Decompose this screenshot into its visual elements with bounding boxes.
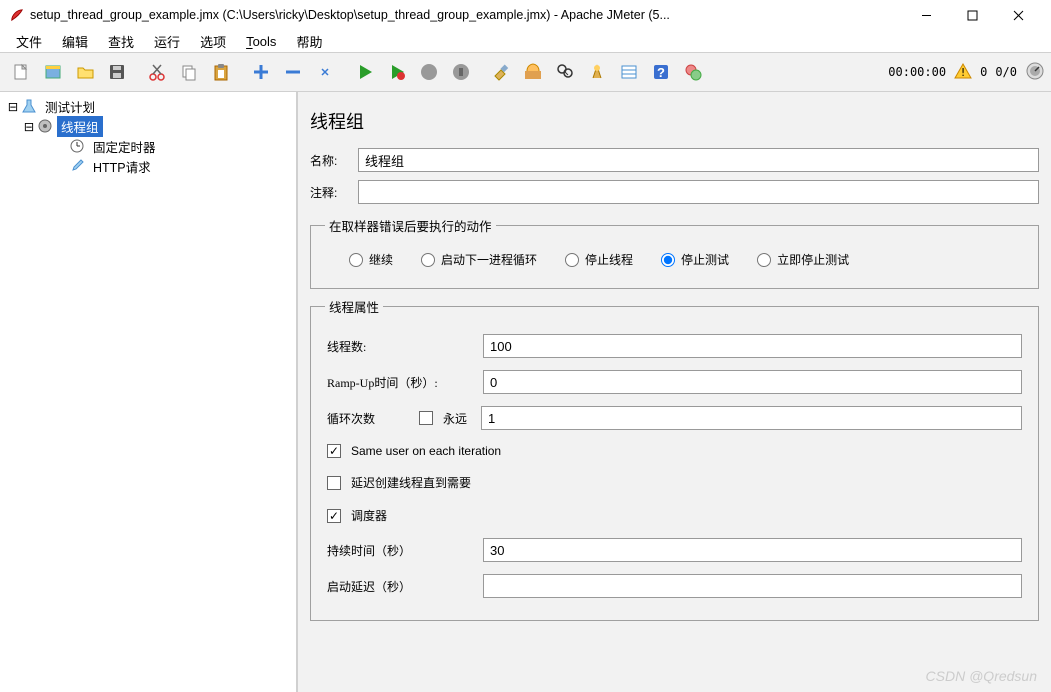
function-helper-icon[interactable] [614, 57, 644, 87]
menu-tools[interactable]: Tools [238, 33, 284, 50]
collapse-icon[interactable]: ⊟ [22, 119, 36, 134]
window-title: setup_thread_group_example.jmx (C:\Users… [30, 8, 903, 22]
toolbar: ? 00:00:00 ! 0 0/0 [0, 52, 1051, 92]
clock-icon [68, 137, 86, 155]
name-label: 名称: [310, 152, 358, 169]
warning-icon[interactable]: ! [954, 62, 972, 83]
stop-icon[interactable] [414, 57, 444, 87]
open-icon[interactable] [70, 57, 100, 87]
paste-icon[interactable] [206, 57, 236, 87]
thread-props-legend: 线程属性 [325, 297, 383, 316]
menu-options[interactable]: 选项 [192, 31, 234, 52]
on-error-group: 在取样器错误后要执行的动作 继续 启动下一进程循环 停止线程 停止测试 立即停止… [310, 216, 1039, 289]
menu-bar: 文件 编辑 查找 运行 选项 Tools 帮助 [0, 30, 1051, 52]
reset-search-icon[interactable] [582, 57, 612, 87]
start-no-timers-icon[interactable] [382, 57, 412, 87]
scheduler-label: 调度器 [351, 507, 387, 524]
on-error-legend: 在取样器错误后要执行的动作 [325, 216, 496, 235]
ramp-input[interactable] [483, 370, 1022, 394]
menu-find[interactable]: 查找 [100, 31, 142, 52]
tree-pane: ⊟ 测试计划 ⊟ 线程组 固定定时器 HTTP请求 [0, 92, 298, 692]
beaker-icon [20, 97, 38, 115]
ramp-label: Ramp-Up时间（秒）: [327, 374, 477, 391]
save-icon[interactable] [102, 57, 132, 87]
loop-label: 循环次数 [327, 410, 413, 427]
start-icon[interactable] [350, 57, 380, 87]
collapse-icon[interactable]: ⊟ [6, 99, 20, 114]
maximize-button[interactable] [949, 0, 995, 30]
gear-spool-icon [36, 117, 54, 135]
expand-icon[interactable] [310, 57, 340, 87]
radio-stop-thread[interactable]: 停止线程 [565, 251, 633, 268]
tree-timer[interactable]: 固定定时器 [6, 136, 296, 156]
svg-text:?: ? [657, 65, 665, 80]
help-icon[interactable]: ? [646, 57, 676, 87]
copy-icon[interactable] [174, 57, 204, 87]
warning-count: 0 [980, 65, 987, 79]
editor-pane: 线程组 名称: 注释: 在取样器错误后要执行的动作 继续 启动下一进程循环 停止… [298, 92, 1051, 692]
svg-text:!: ! [960, 66, 967, 79]
tree-http-request[interactable]: HTTP请求 [6, 156, 296, 176]
menu-help[interactable]: 帮助 [288, 31, 330, 52]
new-file-icon[interactable] [6, 57, 36, 87]
plus-icon[interactable] [246, 57, 276, 87]
templates-icon[interactable] [38, 57, 68, 87]
minimize-button[interactable] [903, 0, 949, 30]
tree-label: 测试计划 [41, 96, 99, 117]
menu-edit[interactable]: 编辑 [54, 31, 96, 52]
menu-run[interactable]: 运行 [146, 31, 188, 52]
title-bar: setup_thread_group_example.jmx (C:\Users… [0, 0, 1051, 30]
main-split: ⊟ 测试计划 ⊟ 线程组 固定定时器 HTTP请求 线程组 名称: 注释: [0, 92, 1051, 692]
same-user-checkbox[interactable] [327, 444, 341, 458]
comment-input[interactable] [358, 180, 1039, 204]
minus-icon[interactable] [278, 57, 308, 87]
elapsed-time: 00:00:00 [888, 65, 946, 79]
menu-file[interactable]: 文件 [8, 31, 50, 52]
same-user-label: Same user on each iteration [351, 444, 501, 458]
name-input[interactable] [358, 148, 1039, 172]
forever-label: 永远 [443, 410, 467, 427]
cut-icon[interactable] [142, 57, 172, 87]
radio-stop-test[interactable]: 停止测试 [661, 251, 729, 268]
forever-checkbox[interactable] [419, 411, 433, 425]
tree-label: 固定定时器 [89, 136, 160, 157]
watermark: CSDN @Qredsun [926, 668, 1037, 684]
clear-all-icon[interactable] [518, 57, 548, 87]
duration-input[interactable] [483, 538, 1022, 562]
clear-icon[interactable] [486, 57, 516, 87]
delay-create-checkbox[interactable] [327, 476, 341, 490]
thread-totals: 0/0 [995, 65, 1017, 79]
radio-stop-now[interactable]: 立即停止测试 [757, 251, 849, 268]
app-icon [10, 8, 24, 22]
close-button[interactable] [995, 0, 1041, 30]
thread-props-group: 线程属性 线程数: Ramp-Up时间（秒）: 循环次数 永远 Same use… [310, 297, 1039, 621]
threads-label: 线程数: [327, 338, 477, 355]
loop-input[interactable] [481, 406, 1022, 430]
tree-test-plan[interactable]: ⊟ 测试计划 [6, 96, 296, 116]
pipette-icon [68, 157, 86, 175]
duration-label: 持续时间（秒） [327, 542, 477, 559]
startup-delay-label: 启动延迟（秒） [327, 578, 477, 595]
radio-next-loop[interactable]: 启动下一进程循环 [421, 251, 537, 268]
comment-label: 注释: [310, 184, 358, 201]
tree-label: HTTP请求 [89, 156, 155, 177]
tree-thread-group[interactable]: ⊟ 线程组 [6, 116, 296, 136]
delay-create-label: 延迟创建线程直到需要 [351, 474, 471, 491]
scheduler-checkbox[interactable] [327, 509, 341, 523]
threads-input[interactable] [483, 334, 1022, 358]
search-icon[interactable] [550, 57, 580, 87]
tree-label: 线程组 [57, 116, 103, 137]
shutdown-icon[interactable] [446, 57, 476, 87]
panel-title: 线程组 [304, 98, 1045, 144]
startup-delay-input[interactable] [483, 574, 1022, 598]
whats-this-icon[interactable] [678, 57, 708, 87]
radio-continue[interactable]: 继续 [349, 251, 393, 268]
gauge-icon[interactable] [1025, 61, 1045, 84]
